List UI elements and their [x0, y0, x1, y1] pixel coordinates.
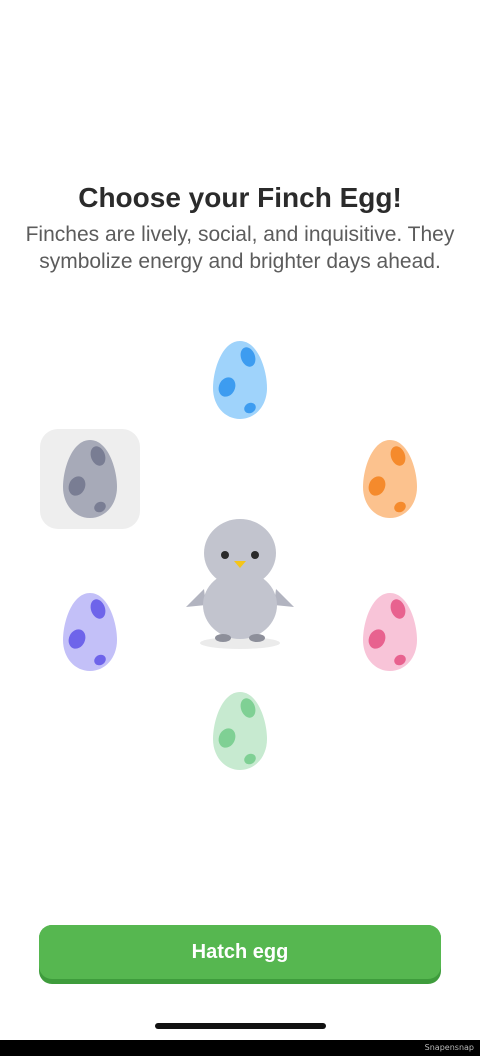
egg-option-blue[interactable]: [190, 330, 290, 430]
gray-egg-icon: [63, 440, 117, 518]
home-indicator[interactable]: [155, 1023, 326, 1029]
egg-option-purple[interactable]: [40, 582, 140, 682]
hatch-button-shadow: Hatch egg: [39, 925, 441, 984]
egg-option-orange[interactable]: [340, 429, 440, 529]
egg-option-green[interactable]: [190, 681, 290, 781]
purple-egg-icon: [63, 593, 117, 671]
page-title: Choose your Finch Egg!: [78, 182, 402, 213]
orange-egg-icon: [363, 440, 417, 518]
hatch-egg-button[interactable]: Hatch egg: [39, 925, 441, 979]
egg-option-pink[interactable]: [340, 582, 440, 682]
watermark-text: Snapensnap: [424, 1043, 474, 1052]
bottom-bar: [0, 1040, 480, 1056]
green-egg-icon: [213, 692, 267, 770]
page-subtitle: Finches are lively, social, and inquisit…: [25, 223, 455, 273]
finch-chick-icon: [182, 515, 298, 655]
egg-option-gray[interactable]: [40, 429, 140, 529]
pink-egg-icon: [363, 593, 417, 671]
blue-egg-icon: [213, 341, 267, 419]
